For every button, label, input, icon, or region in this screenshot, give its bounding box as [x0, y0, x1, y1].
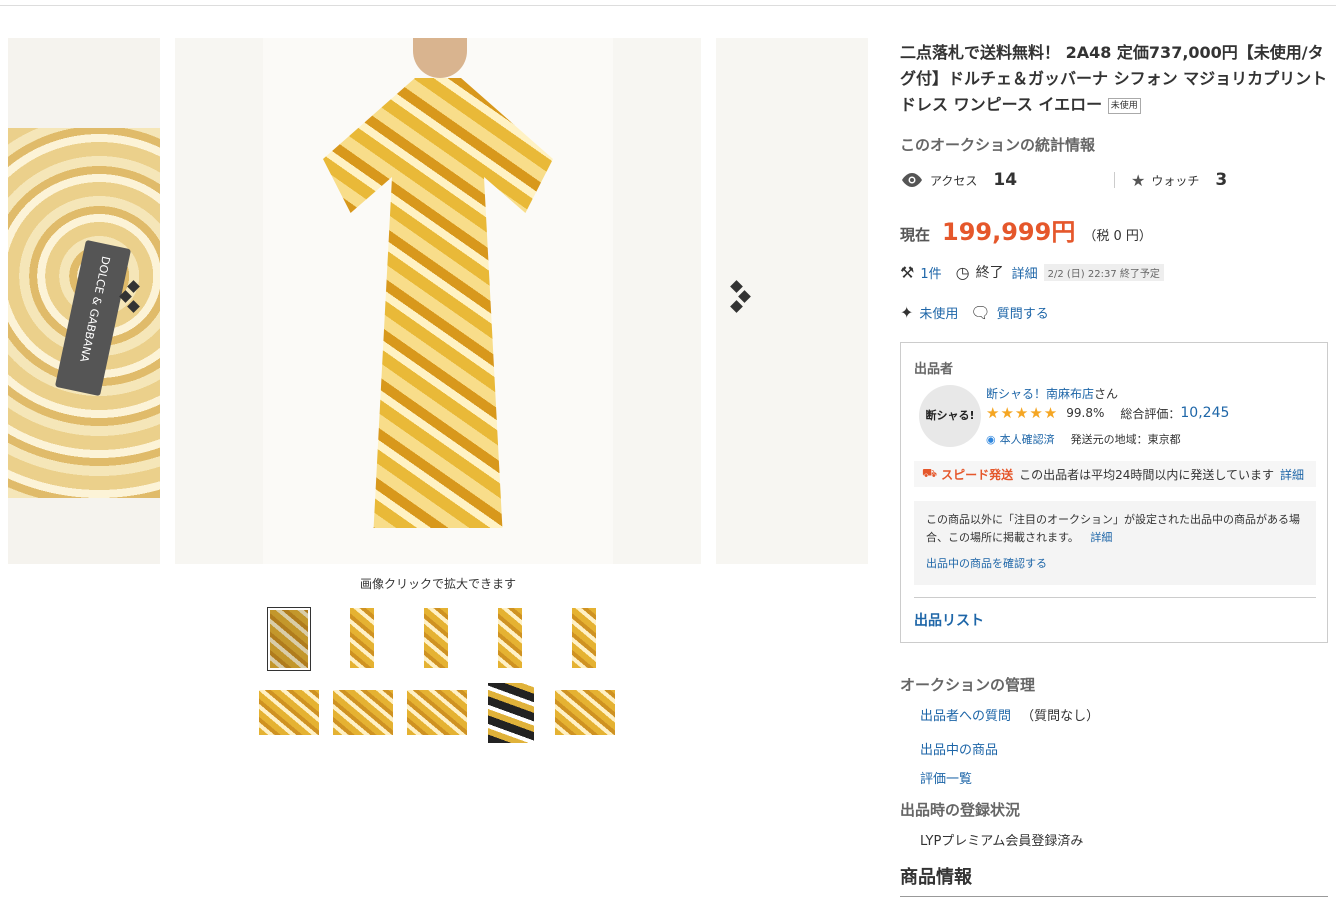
end-time: 2/2 (日) 22:37 終了予定 — [1043, 263, 1164, 281]
bid-row: ⚒ 1件 ◷ 終了 詳細 2/2 (日) 22:37 終了予定 — [900, 262, 1164, 282]
thumbnail[interactable] — [480, 608, 540, 668]
next-arrow-icon[interactable] — [722, 278, 762, 326]
product-info-divider — [900, 896, 1328, 897]
ask-question-link[interactable]: 質問する — [997, 303, 1049, 322]
check-items-link[interactable]: 出品中の商品を確認する — [926, 555, 1304, 573]
star-icon: ★ — [1131, 170, 1146, 190]
thumbnail[interactable] — [407, 690, 467, 735]
seller-divider — [914, 597, 1316, 598]
speed-shipping-bar: ⛟ スピード発送 この出品者は平均24時間以内に発送しています 詳細 — [914, 461, 1316, 487]
seller-avatar[interactable]: 断シャる! — [919, 385, 981, 447]
access-count: 14 — [993, 170, 1018, 190]
model-head — [413, 38, 467, 78]
registration-heading: 出品時の登録状況 — [900, 801, 1021, 819]
thumbnail[interactable] — [332, 608, 392, 668]
verified-link[interactable]: 本人確認済 — [1000, 431, 1055, 447]
current-price: 199,999円 — [942, 218, 1076, 246]
reviews-link[interactable]: 評価一覧 — [920, 768, 972, 787]
truck-icon: ⛟ — [922, 466, 938, 480]
thumbnail[interactable] — [488, 683, 534, 743]
gavel-icon: ⚒ — [900, 262, 915, 282]
seller-name-link[interactable]: 断シャる！南麻布店 — [986, 387, 1094, 401]
seller-list-link[interactable]: 出品リスト — [914, 610, 984, 630]
end-detail-link[interactable]: 詳細 — [1012, 263, 1038, 282]
seller-rating: ★★★★★ 99.8% 総合評価： 10,245 — [986, 404, 1229, 422]
sparkle-icon: ✦ — [900, 303, 914, 322]
top-divider — [0, 5, 1336, 6]
total-rating-link[interactable]: 10,245 — [1180, 405, 1229, 421]
condition-row: ✦ 未使用 🗨 質問する — [900, 303, 1049, 322]
thumbnail[interactable] — [267, 607, 311, 671]
speed-detail-link[interactable]: 詳細 — [1280, 466, 1304, 483]
stats-heading: このオークションの統計情報 — [900, 136, 1096, 154]
seller-box: 出品者 断シャる! 断シャる！南麻布店さん ★★★★★ 99.8% 総合評価： … — [900, 342, 1328, 643]
thumbnail[interactable] — [406, 608, 466, 668]
stats-row: アクセス 14 ★ ウォッチ 3 — [900, 168, 1328, 192]
price-label: 現在 — [900, 226, 931, 244]
shield-check-icon: ◉ — [986, 432, 996, 446]
main-image-panel[interactable] — [175, 38, 701, 564]
prev-arrow-icon[interactable] — [113, 278, 153, 326]
notice-text: この商品以外に「注目のオークション」が設定された出品中の商品がある場合、この場所… — [926, 513, 1300, 544]
rating-stars-icon: ★★★★★ — [986, 404, 1059, 422]
tax-text: （税 0 円） — [1083, 229, 1152, 244]
main-image[interactable] — [263, 38, 613, 564]
zoom-caption: 画像クリックで拡大できます — [359, 577, 516, 591]
bid-count-link[interactable]: 1件 — [920, 263, 941, 282]
selling-items-link[interactable]: 出品中の商品 — [920, 739, 998, 758]
total-label: 総合評価： — [1120, 406, 1181, 421]
eye-icon — [902, 173, 922, 187]
dress-image — [323, 78, 553, 528]
listing-header: 二点落札で送料無料！ 2A48 定価737,000円【未使用/タグ付】ドルチェ＆… — [900, 40, 1328, 118]
end-label: 終了 — [975, 265, 1004, 281]
seller-heading: 出品者 — [914, 362, 954, 377]
condition-badge: 未使用 — [1107, 97, 1141, 114]
watch-label: ウォッチ — [1151, 173, 1200, 188]
featured-notice: この商品以外に「注目のオークション」が設定された出品中の商品がある場合、この場所… — [914, 501, 1316, 585]
thumbnail[interactable] — [259, 690, 319, 735]
listing-title: 二点落札で送料無料！ 2A48 定価737,000円【未使用/タグ付】ドルチェ＆… — [900, 43, 1328, 114]
ask-seller-note: （質問なし） — [1021, 709, 1100, 724]
management-heading: オークションの管理 — [900, 676, 1036, 694]
speed-text: この出品者は平均24時間以内に発送しています — [1019, 467, 1275, 482]
ship-from: 発送元の地域：東京都 — [1070, 433, 1181, 446]
access-label: アクセス — [930, 173, 978, 188]
rating-percent: 99.8% — [1066, 406, 1105, 420]
stats-divider — [1114, 172, 1115, 188]
clock-icon: ◷ — [955, 262, 970, 282]
thumbnail[interactable] — [555, 690, 615, 735]
ask-seller-link[interactable]: 出品者への質問 — [920, 709, 1011, 724]
thumbnail[interactable] — [554, 608, 614, 668]
product-info-heading: 商品情報 — [900, 867, 972, 888]
verified-row: ◉ 本人確認済 発送元の地域：東京都 — [986, 431, 1181, 447]
registration-value: LYPプレミアム会員登録済み — [920, 834, 1084, 849]
chat-icon: 🗨 — [970, 303, 991, 322]
speed-label: スピード発送 — [941, 467, 1014, 482]
price-row: 現在 199,999円 （税 0 円） — [900, 212, 1152, 247]
condition-link[interactable]: 未使用 — [919, 303, 958, 322]
watch-count: 3 — [1215, 170, 1228, 190]
notice-detail-link[interactable]: 詳細 — [1090, 531, 1112, 544]
ask-seller-row: 出品者への質問 （質問なし） — [920, 705, 1099, 724]
seller-name: 断シャる！南麻布店さん — [986, 387, 1119, 401]
thumbnail[interactable] — [333, 690, 393, 735]
